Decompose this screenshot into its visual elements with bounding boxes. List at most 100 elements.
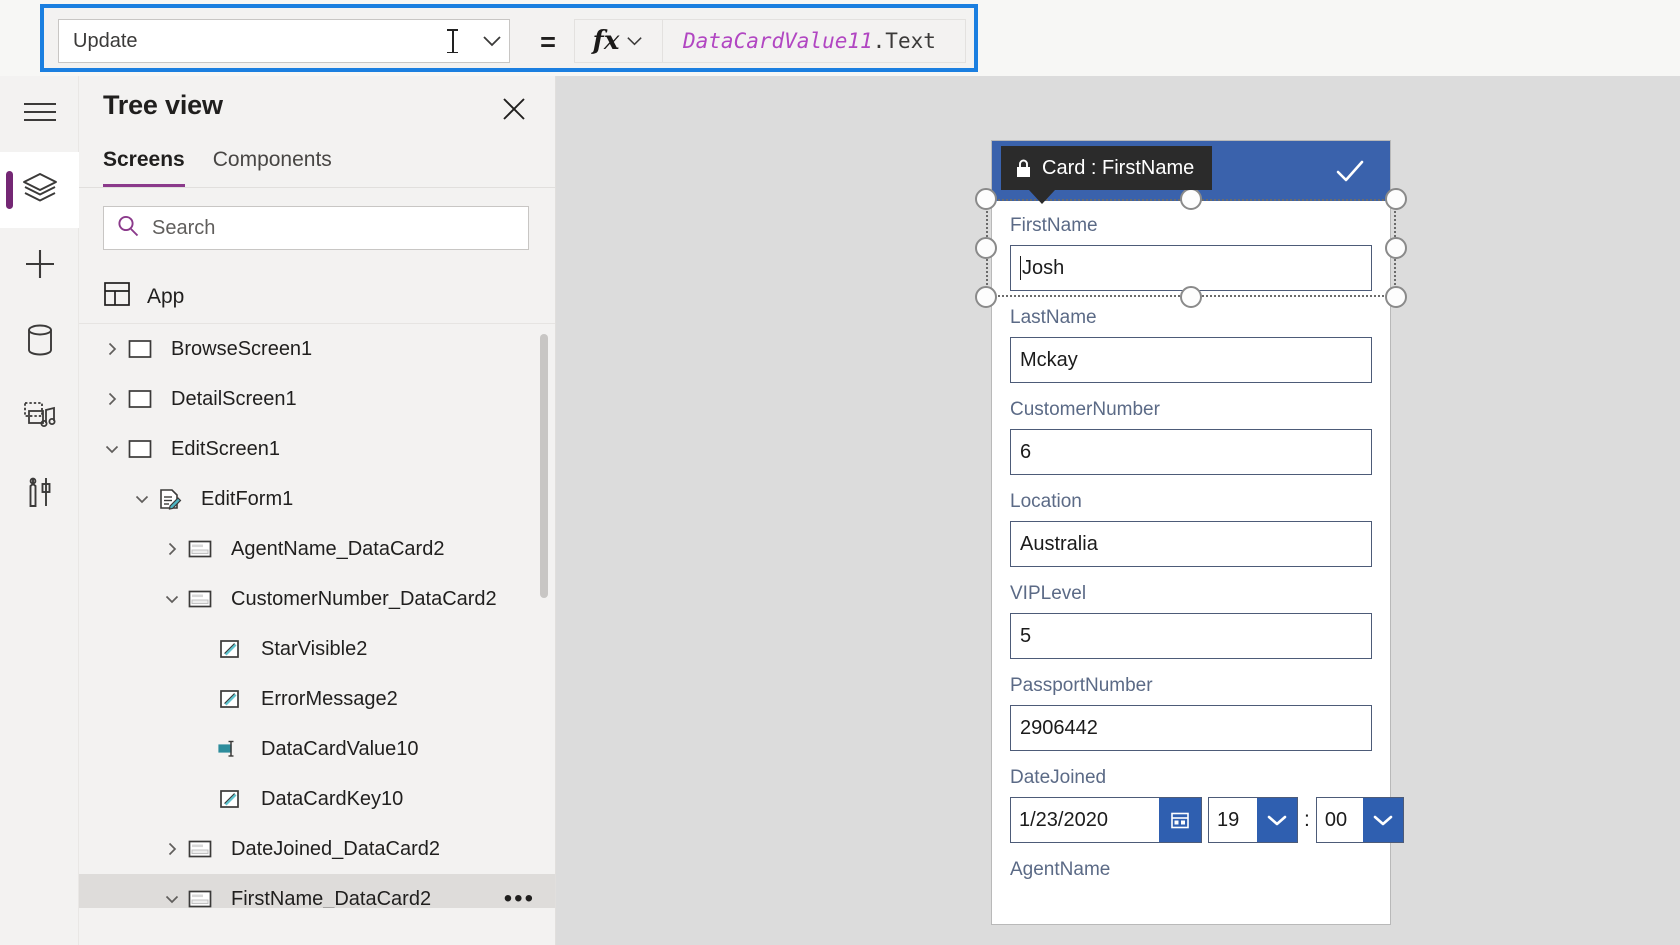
chevron-down-icon[interactable]: [157, 584, 187, 614]
resize-handle-middle-left[interactable]: [975, 237, 997, 259]
resize-handle-bottom-right[interactable]: [1385, 286, 1407, 308]
tree-node-label: CustomerNumber_DataCard2: [231, 587, 497, 610]
card-icon: [187, 884, 221, 908]
field-label-location: Location: [1010, 491, 1082, 512]
tree-node-datacardkey10[interactable]: DataCardKey10: [79, 774, 555, 824]
field-label-customernumber: CustomerNumber: [1010, 399, 1160, 420]
form-icon: [157, 484, 191, 514]
media-icon: [23, 400, 57, 437]
chevron-down-icon[interactable]: [97, 434, 127, 464]
resize-handle-middle-right[interactable]: [1385, 237, 1407, 259]
search-icon: [116, 214, 140, 243]
rail-item-media[interactable]: [0, 380, 79, 456]
selection-tooltip-label: Card : FirstName: [1042, 156, 1195, 179]
card-icon: [187, 834, 221, 864]
chevron-down-icon[interactable]: [475, 20, 509, 62]
formula-input-container[interactable]: fx DataCardValue11.Text: [574, 19, 966, 63]
form-field-firstname: FirstName Josh: [1010, 215, 1372, 291]
field-input-lastname[interactable]: Mckay: [1010, 337, 1372, 383]
label-icon: [217, 684, 251, 714]
tree-node-detailscreen1[interactable]: DetailScreen1: [79, 374, 555, 424]
tab-screens[interactable]: Screens: [103, 148, 185, 187]
tree-view-search-wrapper: Search: [79, 188, 555, 250]
powerapps-studio: Update = fx DataCardValue11.Text Tree vi…: [0, 0, 1680, 945]
screen-icon: [127, 334, 161, 364]
checkmark-icon[interactable]: [1332, 153, 1368, 189]
tree-view-title: Tree view: [103, 90, 223, 120]
tree-node-errormessage2[interactable]: ErrorMessage2: [79, 674, 555, 724]
chevron-down-icon[interactable]: [157, 884, 187, 908]
form-field-passportnumber: PassportNumber 2906442: [1010, 675, 1372, 751]
rail-item-advanced-tools[interactable]: [0, 456, 79, 532]
search-input[interactable]: Search: [103, 206, 529, 250]
field-input-viplevel[interactable]: 5: [1010, 613, 1372, 659]
form-field-location: Location Australia: [1010, 491, 1372, 567]
rail-item-insert[interactable]: [0, 228, 79, 304]
property-selector-value: Update: [73, 29, 138, 52]
resize-handle-top-left[interactable]: [975, 188, 997, 210]
formula-expression[interactable]: DataCardValue11.Text: [663, 29, 965, 53]
time-separator: :: [1304, 808, 1310, 831]
tree-node-app[interactable]: App: [79, 270, 555, 324]
more-options-icon[interactable]: •••: [504, 887, 535, 909]
tree-node-customernumber-datacard2[interactable]: CustomerNumber_DataCard2: [79, 574, 555, 624]
rail-item-tree-view[interactable]: [0, 152, 79, 228]
chevron-right-icon[interactable]: [157, 534, 187, 564]
label-icon: [217, 784, 251, 814]
form-field-customernumber: CustomerNumber 6: [1010, 399, 1372, 475]
resize-handle-bottom-left[interactable]: [975, 286, 997, 308]
field-input-firstname[interactable]: Josh: [1010, 245, 1372, 291]
field-label-firstname: FirstName: [1010, 215, 1098, 236]
tree-node-agentname-datacard2[interactable]: AgentName_DataCard2: [79, 524, 555, 574]
tree-node-label: DateJoined_DataCard2: [231, 837, 441, 860]
tree-view-header: Tree view: [79, 76, 555, 138]
resize-handle-bottom-center[interactable]: [1180, 286, 1202, 308]
hour-dropdown[interactable]: 19: [1208, 797, 1298, 843]
field-input-passportnumber[interactable]: 2906442: [1010, 705, 1372, 751]
date-picker[interactable]: 1/23/2020: [1010, 797, 1202, 843]
fx-button[interactable]: fx: [575, 20, 663, 62]
chevron-right-icon[interactable]: [157, 834, 187, 864]
resize-handle-top-center[interactable]: [1180, 188, 1202, 210]
field-input-customernumber[interactable]: 6: [1010, 429, 1372, 475]
field-value-customernumber: 6: [1020, 440, 1032, 463]
tree-node-editscreen1[interactable]: EditScreen1: [79, 424, 555, 474]
textinput-icon: [217, 734, 251, 764]
fx-chevron-down-icon[interactable]: [624, 31, 644, 51]
tree-node-browsescreen1[interactable]: BrowseScreen1: [79, 324, 555, 374]
tab-components[interactable]: Components: [213, 148, 332, 187]
card-icon: [187, 584, 221, 614]
minute-dropdown[interactable]: 00: [1315, 797, 1404, 843]
field-label-viplevel: VIPLevel: [1010, 583, 1087, 604]
tree-node-editform1[interactable]: EditForm1: [79, 474, 555, 524]
formula-property-token: .Text: [872, 29, 936, 53]
tree-node-datejoined-datacard2[interactable]: DateJoined_DataCard2: [79, 824, 555, 874]
minute-dropdown-value: 00: [1324, 808, 1348, 831]
chevron-right-icon[interactable]: [97, 334, 127, 364]
resize-handle-top-right[interactable]: [1385, 188, 1407, 210]
tree-scrollbar[interactable]: [540, 334, 548, 908]
close-icon[interactable]: [497, 92, 531, 126]
tree-scrollbar-thumb[interactable]: [540, 334, 548, 598]
text-cursor-icon: [447, 29, 459, 53]
calendar-icon[interactable]: [1159, 798, 1201, 842]
formula-bar-strip: Update = fx DataCardValue11.Text: [0, 0, 1680, 76]
field-value-location: Australia: [1020, 532, 1098, 555]
edit-form: FirstName Josh LastName Mckay CustomerNumber…: [991, 140, 1404, 925]
tree-node-starvisible2[interactable]: StarVisible2: [79, 624, 555, 674]
chevron-down-icon[interactable]: [127, 484, 157, 514]
selection-tooltip: Card : FirstName: [1001, 146, 1213, 204]
chevron-down-icon[interactable]: [1362, 798, 1403, 842]
label-icon: [217, 634, 251, 664]
field-value-firstname: Josh: [1022, 256, 1065, 279]
chevron-down-icon[interactable]: [1257, 798, 1297, 842]
rail-item-data[interactable]: [0, 304, 79, 380]
field-input-location[interactable]: Australia: [1010, 521, 1372, 567]
rail-item-hamburger-menu[interactable]: [0, 76, 79, 152]
tree-node-firstname-datacard2[interactable]: FirstName_DataCard2 •••: [79, 874, 555, 908]
tree-node-label: DataCardKey10: [261, 787, 404, 810]
property-selector[interactable]: Update: [58, 19, 510, 63]
tree-node-label: EditScreen1: [171, 437, 280, 460]
chevron-right-icon[interactable]: [97, 384, 127, 414]
tree-node-datacardvalue10[interactable]: DataCardValue10: [79, 724, 555, 774]
